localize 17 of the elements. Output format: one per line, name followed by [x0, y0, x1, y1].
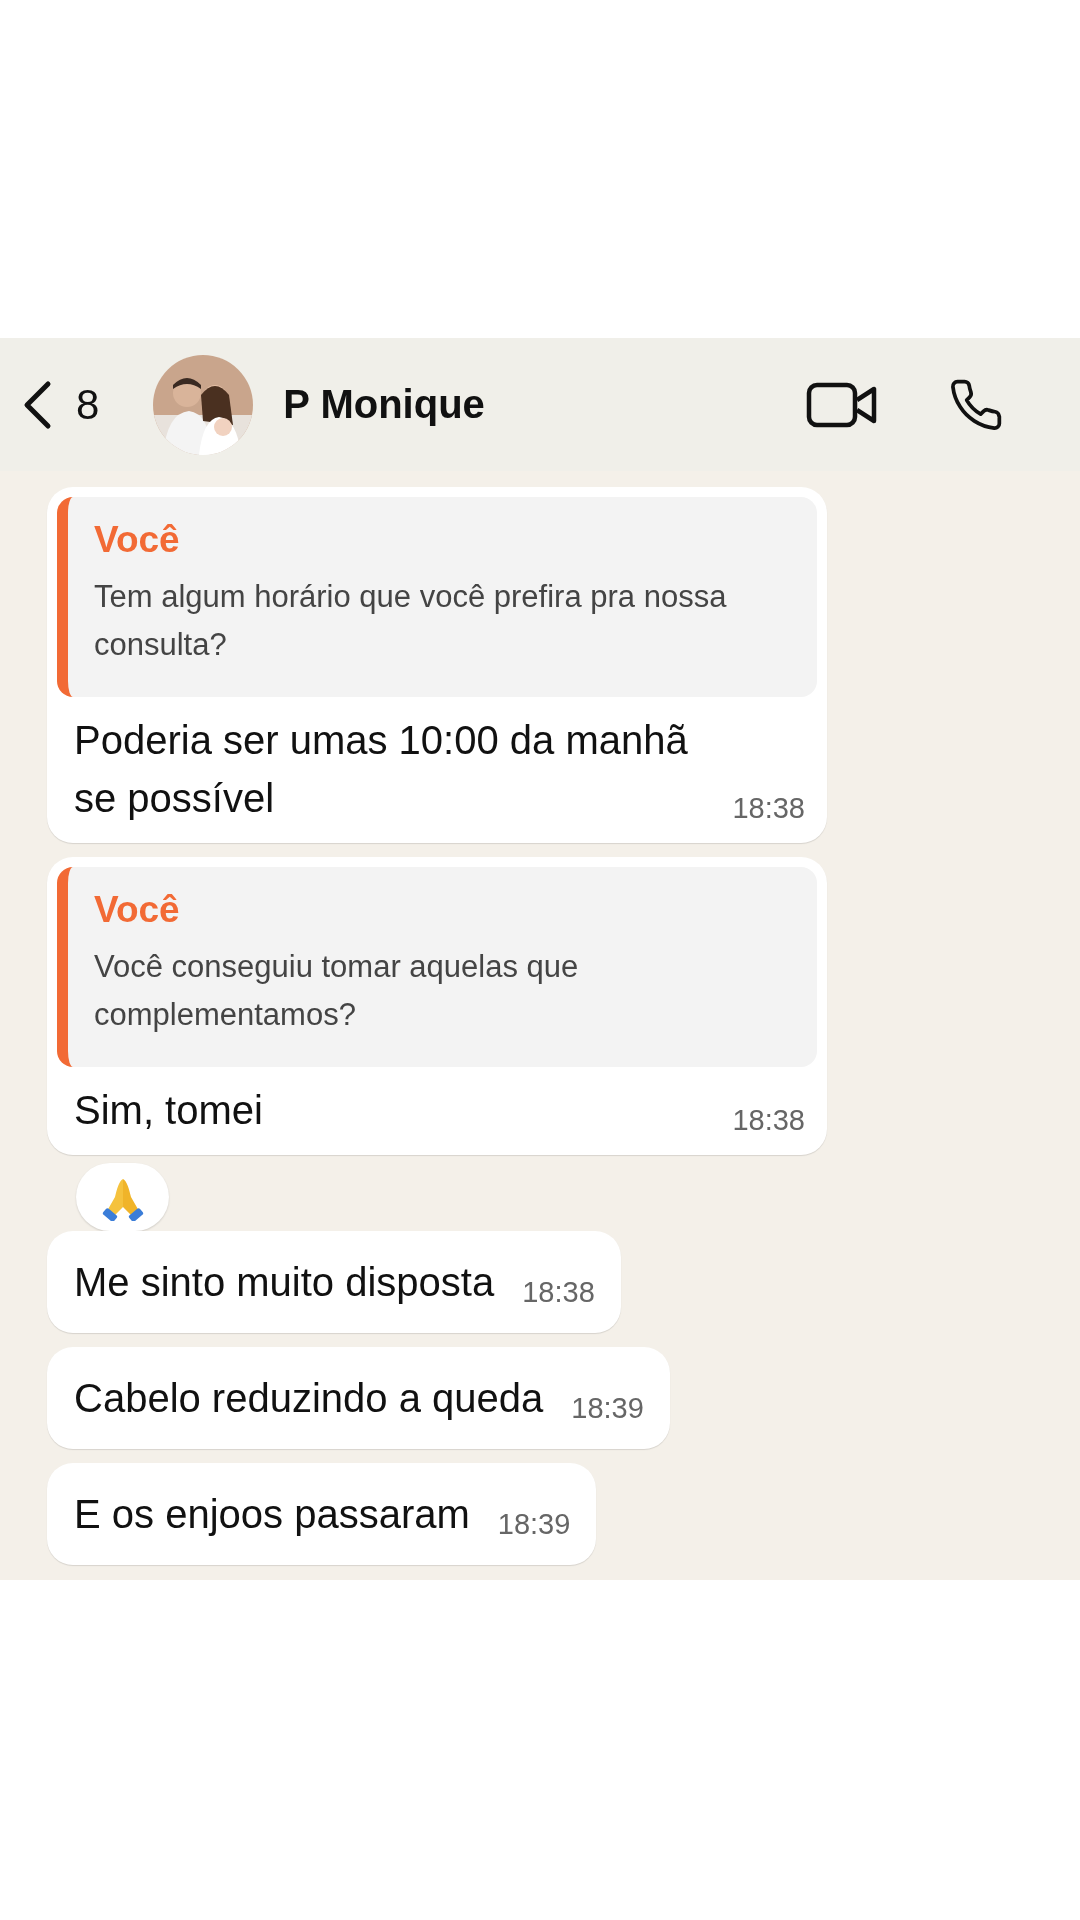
contact-name: P Monique [283, 382, 486, 427]
quote-author: Você [94, 519, 181, 561]
message-time: 18:38 [522, 1276, 595, 1311]
back-icon [22, 379, 52, 430]
quote-text: Você conseguiu tomar aquelas que complementamos? [94, 948, 580, 1035]
message-time: 18:39 [571, 1392, 644, 1427]
message-time: 18:38 [732, 1104, 805, 1139]
message-time: 18:39 [497, 1508, 571, 1543]
message-text: E os enjoos passaram [74, 1491, 470, 1539]
message-text: Poderia ser umas 10:00 da manhã se possível [74, 717, 689, 823]
message-text: Cabelo reduzindo a queda [74, 1375, 544, 1423]
message-text: Sim, tomei [74, 1087, 264, 1135]
back-button[interactable]: 8 [22, 379, 100, 430]
message-text: Me sinto muito disposta [74, 1259, 495, 1307]
quote-author: Você [94, 889, 181, 932]
quote-text: Tem algum horário que você prefira pra nossa consulta? [94, 578, 728, 665]
message-time: 18:38 [732, 792, 805, 827]
